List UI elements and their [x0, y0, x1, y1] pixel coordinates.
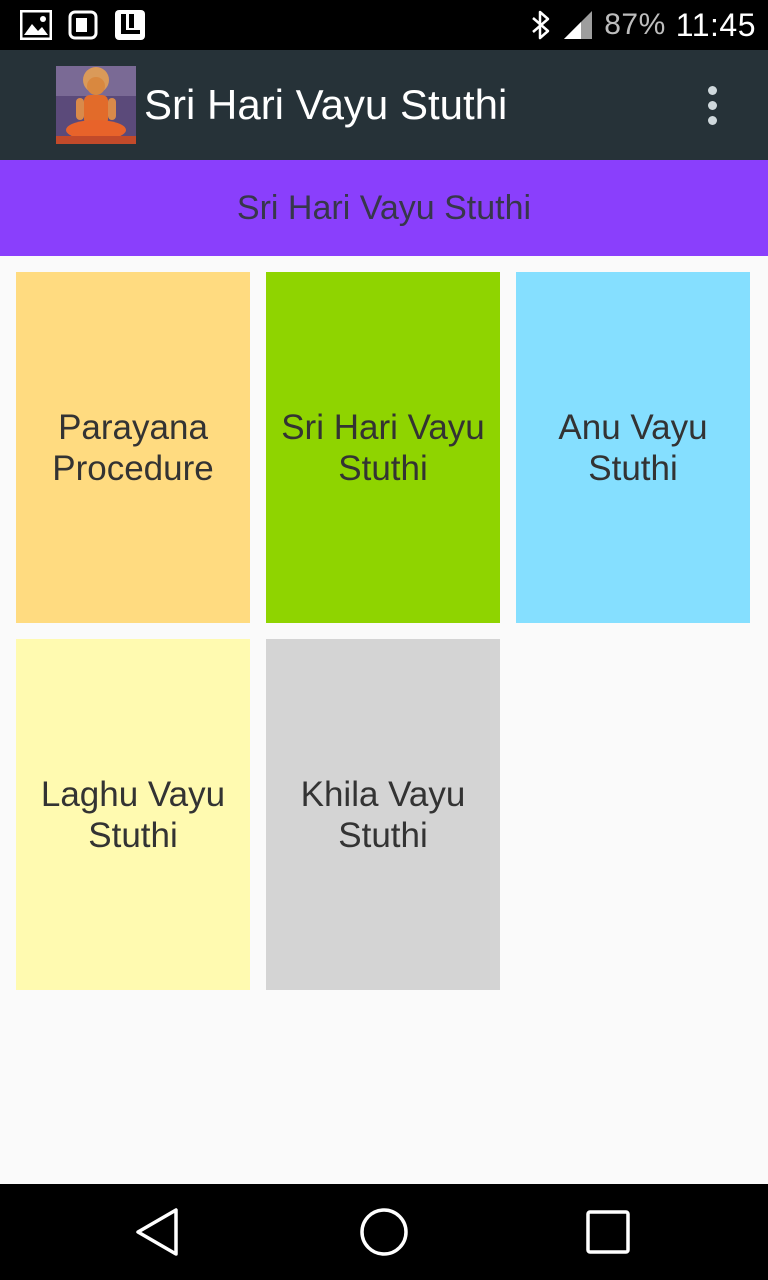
- notification-icons: [20, 9, 146, 41]
- home-icon[interactable]: [358, 1206, 410, 1258]
- tile-label: Parayana Procedure: [52, 407, 214, 488]
- storage-icon: [114, 9, 146, 41]
- tile-laghu-vayu-stuthi[interactable]: Laghu Vayu Stuthi: [16, 639, 250, 990]
- app-bar: Sri Hari Vayu Stuthi: [0, 50, 768, 160]
- back-icon[interactable]: [132, 1206, 184, 1258]
- system-indicators: 87% 11:45: [530, 0, 756, 50]
- overflow-menu-icon[interactable]: [696, 80, 728, 130]
- tile-anu-vayu-stuthi[interactable]: Anu Vayu Stuthi: [516, 272, 750, 623]
- overflow-dot: [707, 115, 717, 125]
- tile-parayana-procedure[interactable]: Parayana Procedure: [16, 272, 250, 623]
- overflow-dot: [707, 85, 717, 95]
- tile-sri-hari-vayu-stuthi[interactable]: Sri Hari Vayu Stuthi: [266, 272, 500, 623]
- tile-label: Anu Vayu Stuthi: [558, 407, 708, 488]
- overflow-dot: [707, 100, 717, 110]
- status-bar: 87% 11:45: [0, 0, 768, 50]
- signal-icon: [562, 9, 594, 41]
- recents-icon[interactable]: [582, 1206, 634, 1258]
- header-banner: Sri Hari Vayu Stuthi: [0, 160, 768, 256]
- tile-khila-vayu-stuthi[interactable]: Khila Vayu Stuthi: [266, 639, 500, 990]
- tile-label: Laghu Vayu Stuthi: [40, 774, 226, 855]
- screenshot-icon: [68, 10, 98, 40]
- battery-level: 87%: [604, 8, 666, 41]
- tile-label: Sri Hari Vayu Stuthi: [281, 407, 485, 488]
- clock: 11:45: [675, 6, 756, 43]
- banner-title: Sri Hari Vayu Stuthi: [236, 188, 532, 227]
- navigation-bar: [0, 1184, 768, 1280]
- gallery-icon: [20, 10, 52, 40]
- app-title: Sri Hari Vayu Stuthi: [144, 81, 508, 128]
- tile-label: Khila Vayu Stuthi: [300, 774, 466, 855]
- bluetooth-icon: [530, 9, 552, 41]
- app-logo-icon: [56, 66, 136, 144]
